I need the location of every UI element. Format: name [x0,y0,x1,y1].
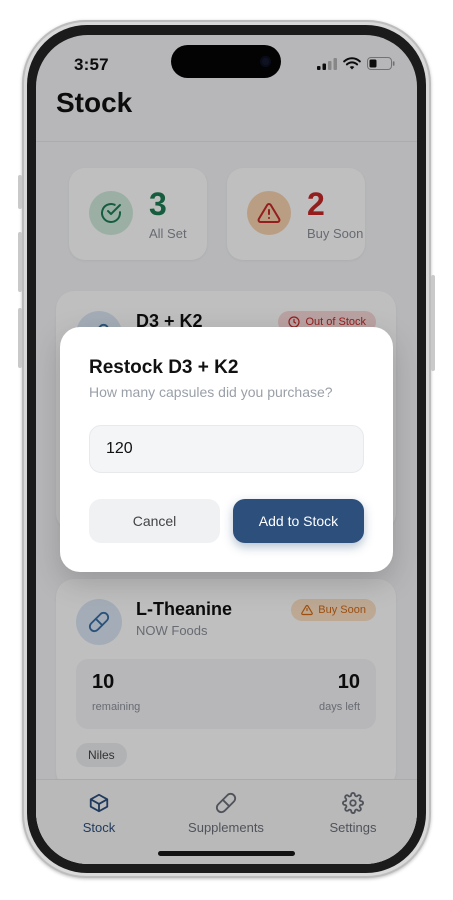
power-button [431,275,435,371]
volume-down-button [18,308,22,368]
volume-up-button [18,232,22,292]
restock-dialog: Restock D3 + K2 How many capsules did yo… [60,327,393,572]
capsule-quantity-input[interactable] [89,425,364,473]
dialog-title: Restock D3 + K2 [89,357,239,378]
dialog-subtitle: How many capsules did you purchase? [89,384,333,400]
home-indicator[interactable] [158,851,295,856]
app-screen: 3:57 Stock 3 All Set 2 Buy Soon D3 + K2 … [36,35,417,864]
add-to-stock-button[interactable]: Add to Stock [233,499,364,543]
action-button [18,175,22,209]
cancel-button[interactable]: Cancel [89,499,220,543]
